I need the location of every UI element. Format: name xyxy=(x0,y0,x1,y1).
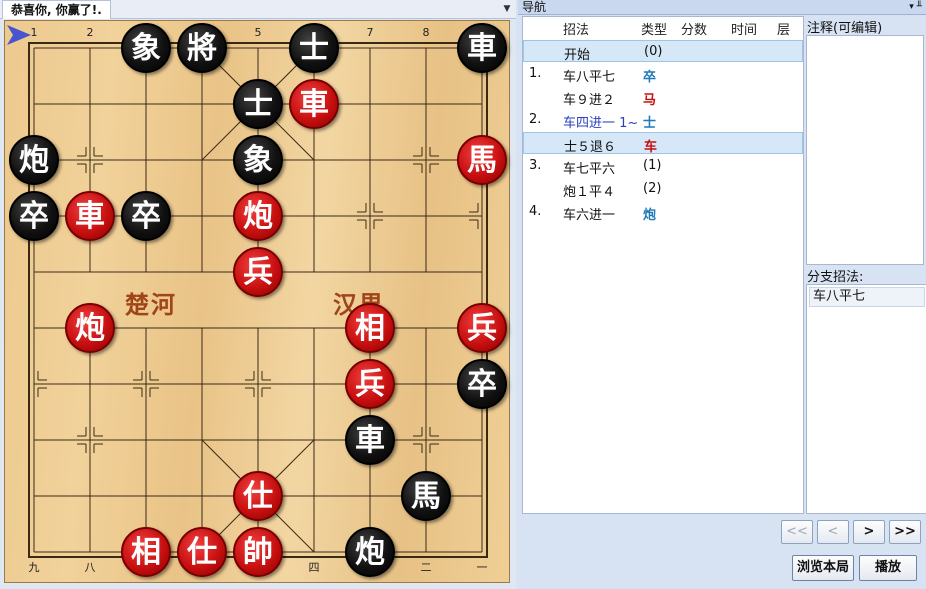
red-piece[interactable]: 炮 xyxy=(65,303,115,353)
column-type[interactable]: 类型 xyxy=(641,19,667,38)
red-piece[interactable]: 車 xyxy=(65,191,115,241)
black-piece[interactable]: 將 xyxy=(177,23,227,73)
red-piece[interactable]: 仕 xyxy=(177,527,227,577)
black-piece[interactable]: 車 xyxy=(457,23,507,73)
board-tabbar: 恭喜你, 你赢了!. ▼ xyxy=(0,0,516,19)
file-label-top: 5 xyxy=(254,26,262,39)
move-row[interactable]: 1. 车八平七 卒 xyxy=(523,63,803,85)
file-label-bottom: 二 xyxy=(420,561,432,574)
move-number: 2. xyxy=(529,112,542,127)
black-piece[interactable]: 士 xyxy=(289,23,339,73)
triangle-down-icon[interactable]: ▼ xyxy=(500,1,514,17)
red-piece[interactable]: 帥 xyxy=(233,527,283,577)
file-label-top: 2 xyxy=(86,26,94,39)
red-piece[interactable]: 兵 xyxy=(457,303,507,353)
red-piece[interactable]: 相 xyxy=(121,527,171,577)
black-piece[interactable]: 車 xyxy=(345,415,395,465)
branch-item[interactable]: 车八平七 xyxy=(809,287,925,307)
red-piece[interactable]: 仕 xyxy=(233,471,283,521)
pin-icon[interactable]: ▾ ╨ xyxy=(909,0,922,14)
move-text: 车四进一 1~ xyxy=(563,116,639,131)
black-piece[interactable]: 炮 xyxy=(9,135,59,185)
browse-game-button[interactable]: 浏览本局 xyxy=(792,555,854,581)
file-label-bottom: 九 xyxy=(28,561,40,574)
move-row[interactable]: 士５退６ 车 xyxy=(523,132,803,155)
branch-list[interactable]: 车八平七 xyxy=(806,284,926,514)
column-time[interactable]: 时间 xyxy=(731,19,757,38)
move-type: 马 xyxy=(643,93,657,108)
prev-move-button[interactable]: < xyxy=(817,520,849,544)
move-text: 士５退６ xyxy=(564,140,617,155)
status-tab[interactable]: 恭喜你, 你赢了!. xyxy=(2,0,111,19)
column-score[interactable]: 分数 xyxy=(681,19,707,38)
move-number: 1. xyxy=(529,66,542,81)
move-type: 卒 xyxy=(643,70,657,85)
last-move-button[interactable]: >> xyxy=(889,520,921,544)
move-row[interactable]: 3. 车七平六 (1) xyxy=(523,155,803,177)
next-move-button[interactable]: > xyxy=(853,520,885,544)
red-piece[interactable]: 馬 xyxy=(457,135,507,185)
move-type: (0) xyxy=(644,44,663,59)
move-text: 车七平六 xyxy=(563,162,616,177)
move-type: (1) xyxy=(643,158,662,173)
move-text: 开始 xyxy=(564,48,591,63)
move-row[interactable]: 车９进２ 马 xyxy=(523,86,803,108)
red-piece[interactable]: 相 xyxy=(345,303,395,353)
red-piece[interactable]: 炮 xyxy=(233,191,283,241)
black-piece[interactable]: 象 xyxy=(233,135,283,185)
move-text: 炮１平４ xyxy=(563,185,616,200)
move-text: 车９进２ xyxy=(563,93,616,108)
black-piece[interactable]: 卒 xyxy=(457,359,507,409)
red-piece[interactable]: 兵 xyxy=(345,359,395,409)
file-label-top: 8 xyxy=(422,26,430,39)
black-piece[interactable]: 卒 xyxy=(9,191,59,241)
move-number: 4. xyxy=(529,204,542,219)
file-label-top: 1 xyxy=(30,26,38,39)
move-row[interactable]: 2. 车四进一 1~ 士 xyxy=(523,109,803,131)
move-row[interactable]: 4. 车六进一 炮 xyxy=(523,201,803,223)
branch-label: 分支招法: xyxy=(807,270,864,285)
play-button[interactable]: 播放 xyxy=(859,555,917,581)
board-pane: 恭喜你, 你赢了!. ▼ 楚河 汉界 123456789九八七六五四三二一象將士… xyxy=(0,0,516,589)
first-move-button[interactable]: << xyxy=(781,520,813,544)
black-piece[interactable]: 馬 xyxy=(401,471,451,521)
black-piece[interactable]: 炮 xyxy=(345,527,395,577)
file-label-bottom: 四 xyxy=(308,561,320,574)
file-label-bottom: 八 xyxy=(84,561,96,574)
column-move[interactable]: 招法 xyxy=(563,19,589,38)
move-type: (2) xyxy=(643,181,662,196)
move-text: 车八平七 xyxy=(563,70,616,85)
navigator-header: 导航 ▾ ╨ xyxy=(518,0,926,15)
move-type: 车 xyxy=(644,140,658,155)
red-piece[interactable]: 車 xyxy=(289,79,339,129)
move-row[interactable]: 炮１平４ (2) xyxy=(523,178,803,200)
comment-editor[interactable] xyxy=(806,35,924,265)
black-piece[interactable]: 卒 xyxy=(121,191,171,241)
river-left-text: 楚河 xyxy=(125,291,177,319)
navigator-title: 导航 xyxy=(522,0,547,14)
move-text: 车六进一 xyxy=(563,208,616,223)
move-list[interactable]: 招法 类型 分数 时间 层 开始 (0) 1. 车八平七 卒车９进２ 马 2. 车四进一 1~… xyxy=(522,16,804,514)
xiangqi-board[interactable]: 楚河 汉界 123456789九八七六五四三二一象將士車士車炮象馬卒車卒炮兵炮相… xyxy=(4,20,510,583)
black-piece[interactable]: 士 xyxy=(233,79,283,129)
move-type: 炮 xyxy=(643,208,657,223)
file-label-top: 7 xyxy=(366,26,374,39)
move-number: 3. xyxy=(529,158,542,173)
move-row[interactable]: 开始 (0) xyxy=(523,40,803,63)
file-label-bottom: 一 xyxy=(476,561,488,574)
red-piece[interactable]: 兵 xyxy=(233,247,283,297)
comment-label: 注释(可编辑) xyxy=(807,21,883,36)
black-piece[interactable]: 象 xyxy=(121,23,171,73)
move-type: 士 xyxy=(643,116,657,131)
column-depth[interactable]: 层 xyxy=(777,19,790,38)
